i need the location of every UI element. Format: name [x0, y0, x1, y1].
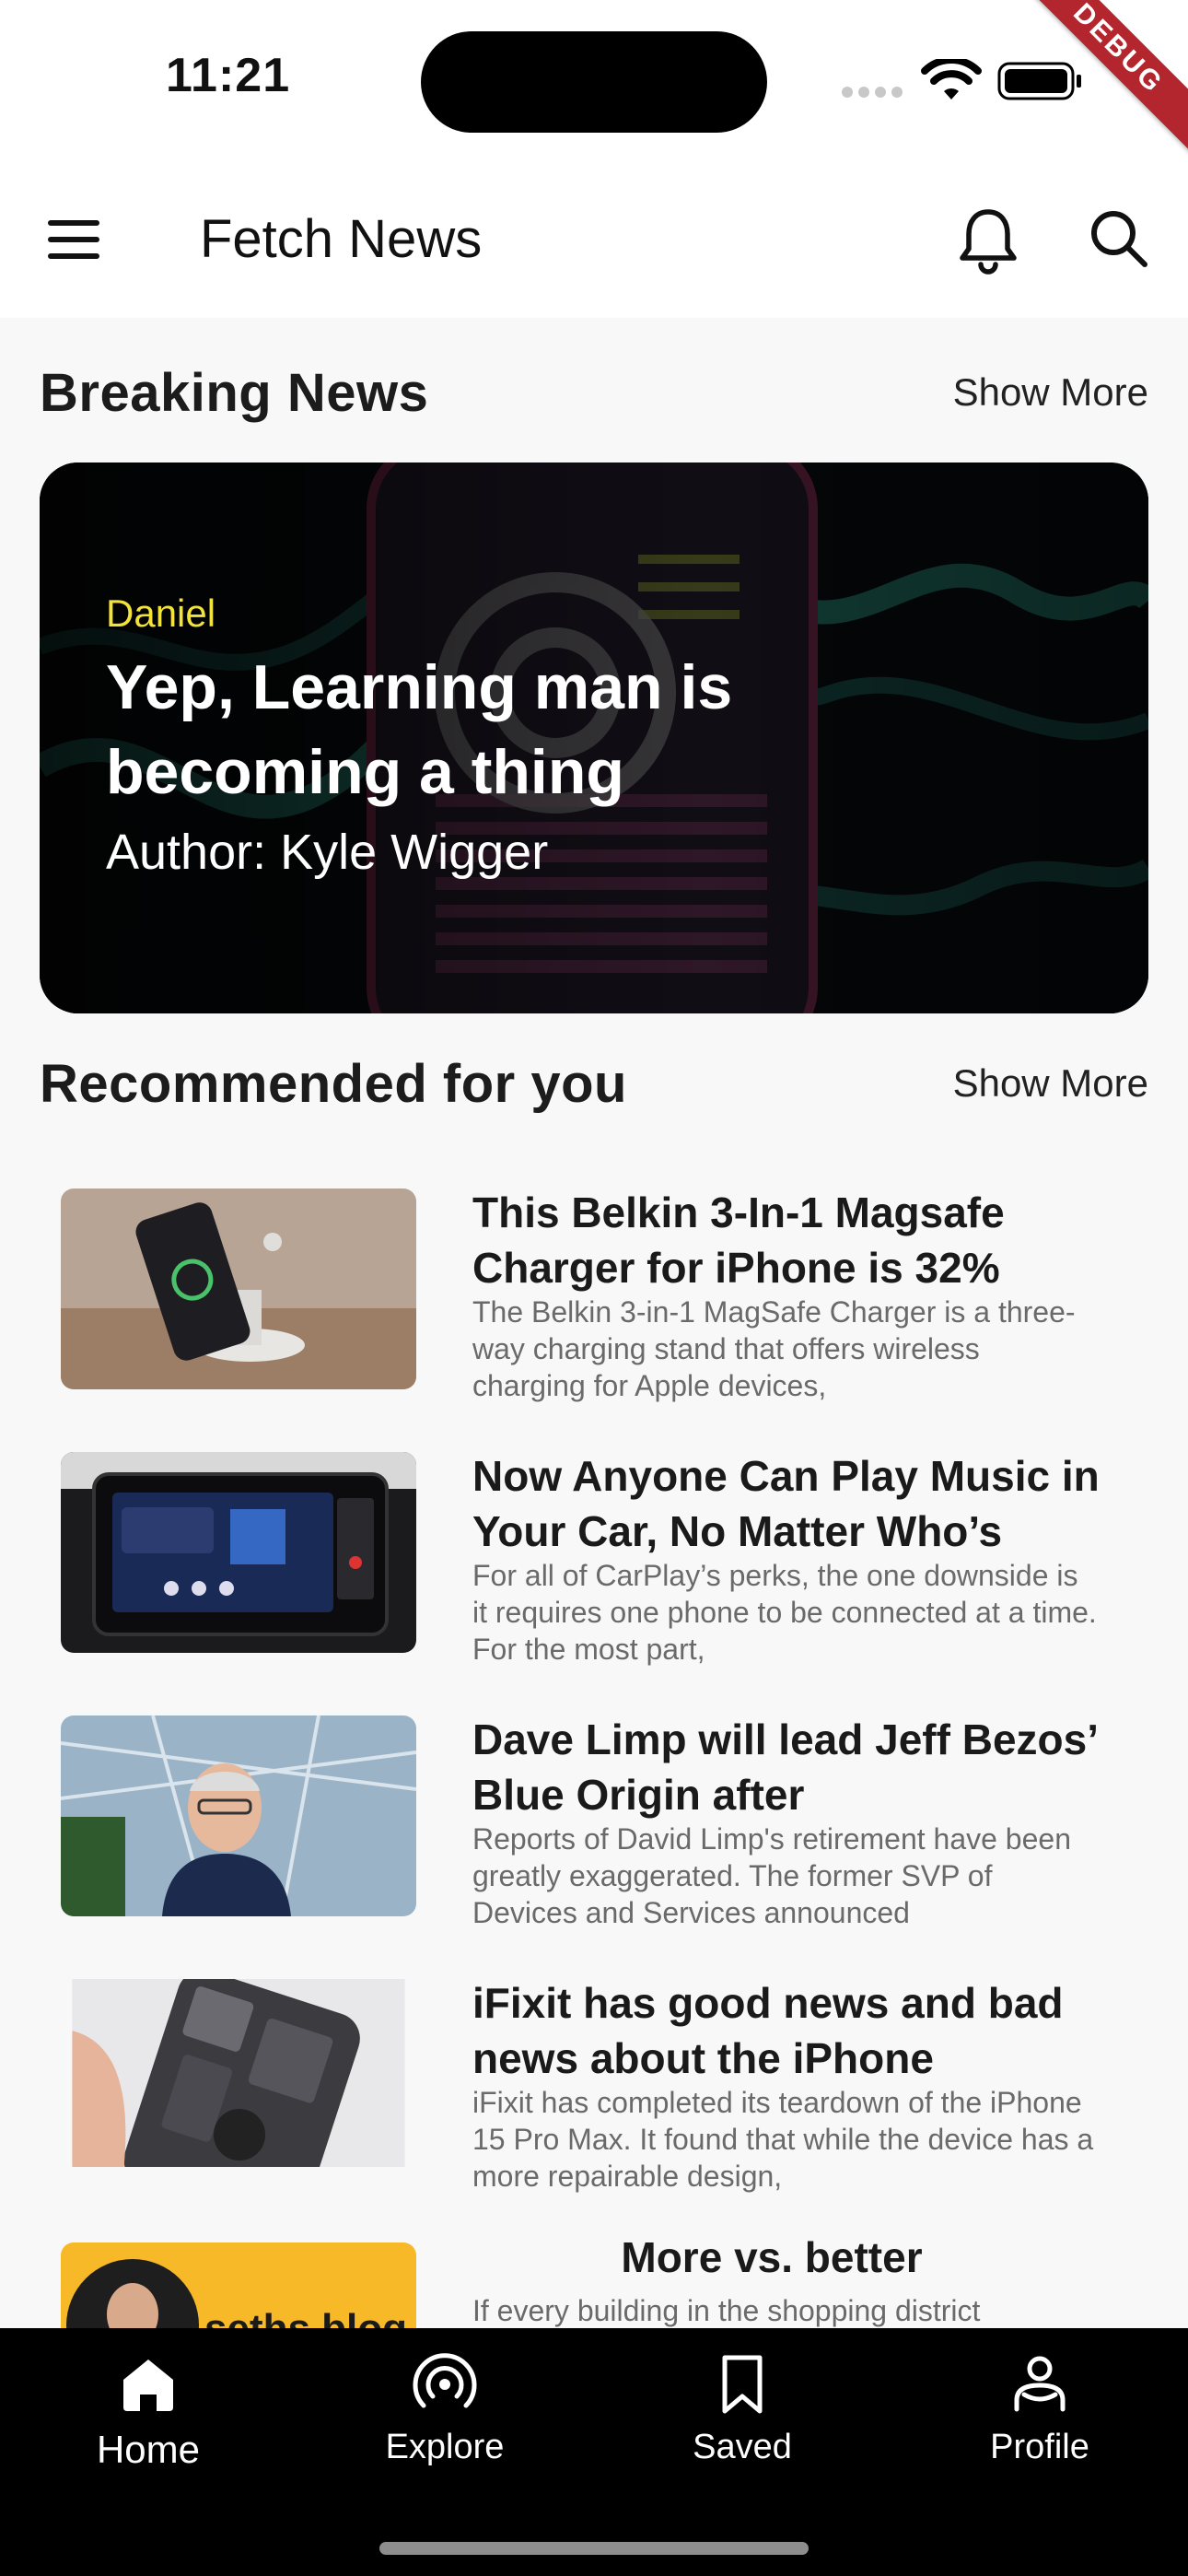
hamburger-menu-icon[interactable]: [48, 220, 105, 263]
home-icon: [123, 2359, 173, 2411]
nav-home[interactable]: Home: [38, 2352, 259, 2472]
search-icon[interactable]: [1089, 208, 1149, 269]
bell-icon[interactable]: [958, 206, 1019, 275]
bookmark-icon: [722, 2355, 763, 2414]
person-icon: [1014, 2356, 1066, 2412]
battery-icon: [997, 62, 1081, 100]
dynamic-island: [421, 31, 767, 133]
recommended-header: Recommended for you Show More: [40, 1047, 1148, 1120]
list-item[interactable]: iFixit has good news and bad news about …: [0, 1942, 1188, 2193]
breaking-news-header: Breaking News Show More: [40, 356, 1148, 429]
article-title: This Belkin 3-In-1 Magsafe Charger for i…: [472, 1188, 1005, 1292]
breaking-news-title: Breaking News: [40, 362, 429, 423]
article-title: Dave Limp will lead Jeff Bezos’ Blue Ori…: [472, 1715, 1097, 1819]
status-bar: 11:21 DEBUG: [0, 0, 1188, 166]
status-time: 11:21: [166, 49, 291, 102]
card-author: Author: Kyle Wigger: [106, 825, 549, 880]
nav-explore[interactable]: Explore: [334, 2352, 555, 2467]
article-description: If every building in the shopping distri…: [472, 2294, 981, 2327]
card-source: Daniel: [106, 591, 216, 635]
wifi-icon: [921, 59, 982, 100]
article-description: Reports of David Limp's retirement have …: [472, 1822, 1071, 1929]
list-item[interactable]: This Belkin 3-In-1 Magsafe Charger for i…: [0, 1152, 1188, 1402]
article-thumbnail: [61, 1979, 416, 2167]
app-bar: Fetch News: [0, 166, 1188, 318]
nav-home-label: Home: [96, 2428, 201, 2471]
home-indicator[interactable]: [379, 2542, 809, 2555]
broadcast-icon: [413, 2353, 477, 2408]
article-title: iFixit has good news and bad news about …: [472, 1979, 1064, 2082]
list-item[interactable]: Dave Limp will lead Jeff Bezos’ Blue Ori…: [0, 1679, 1188, 1929]
list-item[interactable]: Now Anyone Can Play Music in Your Car, N…: [0, 1415, 1188, 1666]
article-thumbnail: [61, 1188, 416, 1389]
nav-profile[interactable]: Profile: [929, 2352, 1150, 2467]
article-description: For all of CarPlay’s perks, the one down…: [472, 1559, 1097, 1666]
article-title: Now Anyone Can Play Music in Your Car, N…: [472, 1452, 1100, 1555]
cellular-signal-icon: [842, 87, 903, 98]
card-headline: Yep, Learning man is becoming a thing: [106, 652, 733, 807]
article-description: The Belkin 3-in-1 MagSafe Charger is a t…: [472, 1295, 1076, 1402]
recommended-show-more-link[interactable]: Show More: [953, 1061, 1148, 1106]
breaking-news-card[interactable]: Daniel Yep, Learning man is becoming a t…: [40, 463, 1148, 1013]
nav-profile-label: Profile: [990, 2428, 1089, 2466]
article-thumbnail: [61, 1715, 416, 1916]
article-thumbnail: [61, 1452, 416, 1653]
article-title: More vs. better: [621, 2233, 923, 2281]
bottom-navigation: Home Explore Saved Profile: [0, 2328, 1188, 2576]
breaking-show-more-link[interactable]: Show More: [953, 370, 1148, 415]
article-description: iFixit has completed its teardown of the…: [472, 2086, 1094, 2193]
recommended-title: Recommended for you: [40, 1053, 627, 1114]
nav-saved[interactable]: Saved: [632, 2352, 853, 2467]
app-title: Fetch News: [200, 209, 483, 269]
nav-explore-label: Explore: [385, 2428, 505, 2466]
nav-saved-label: Saved: [693, 2428, 792, 2466]
